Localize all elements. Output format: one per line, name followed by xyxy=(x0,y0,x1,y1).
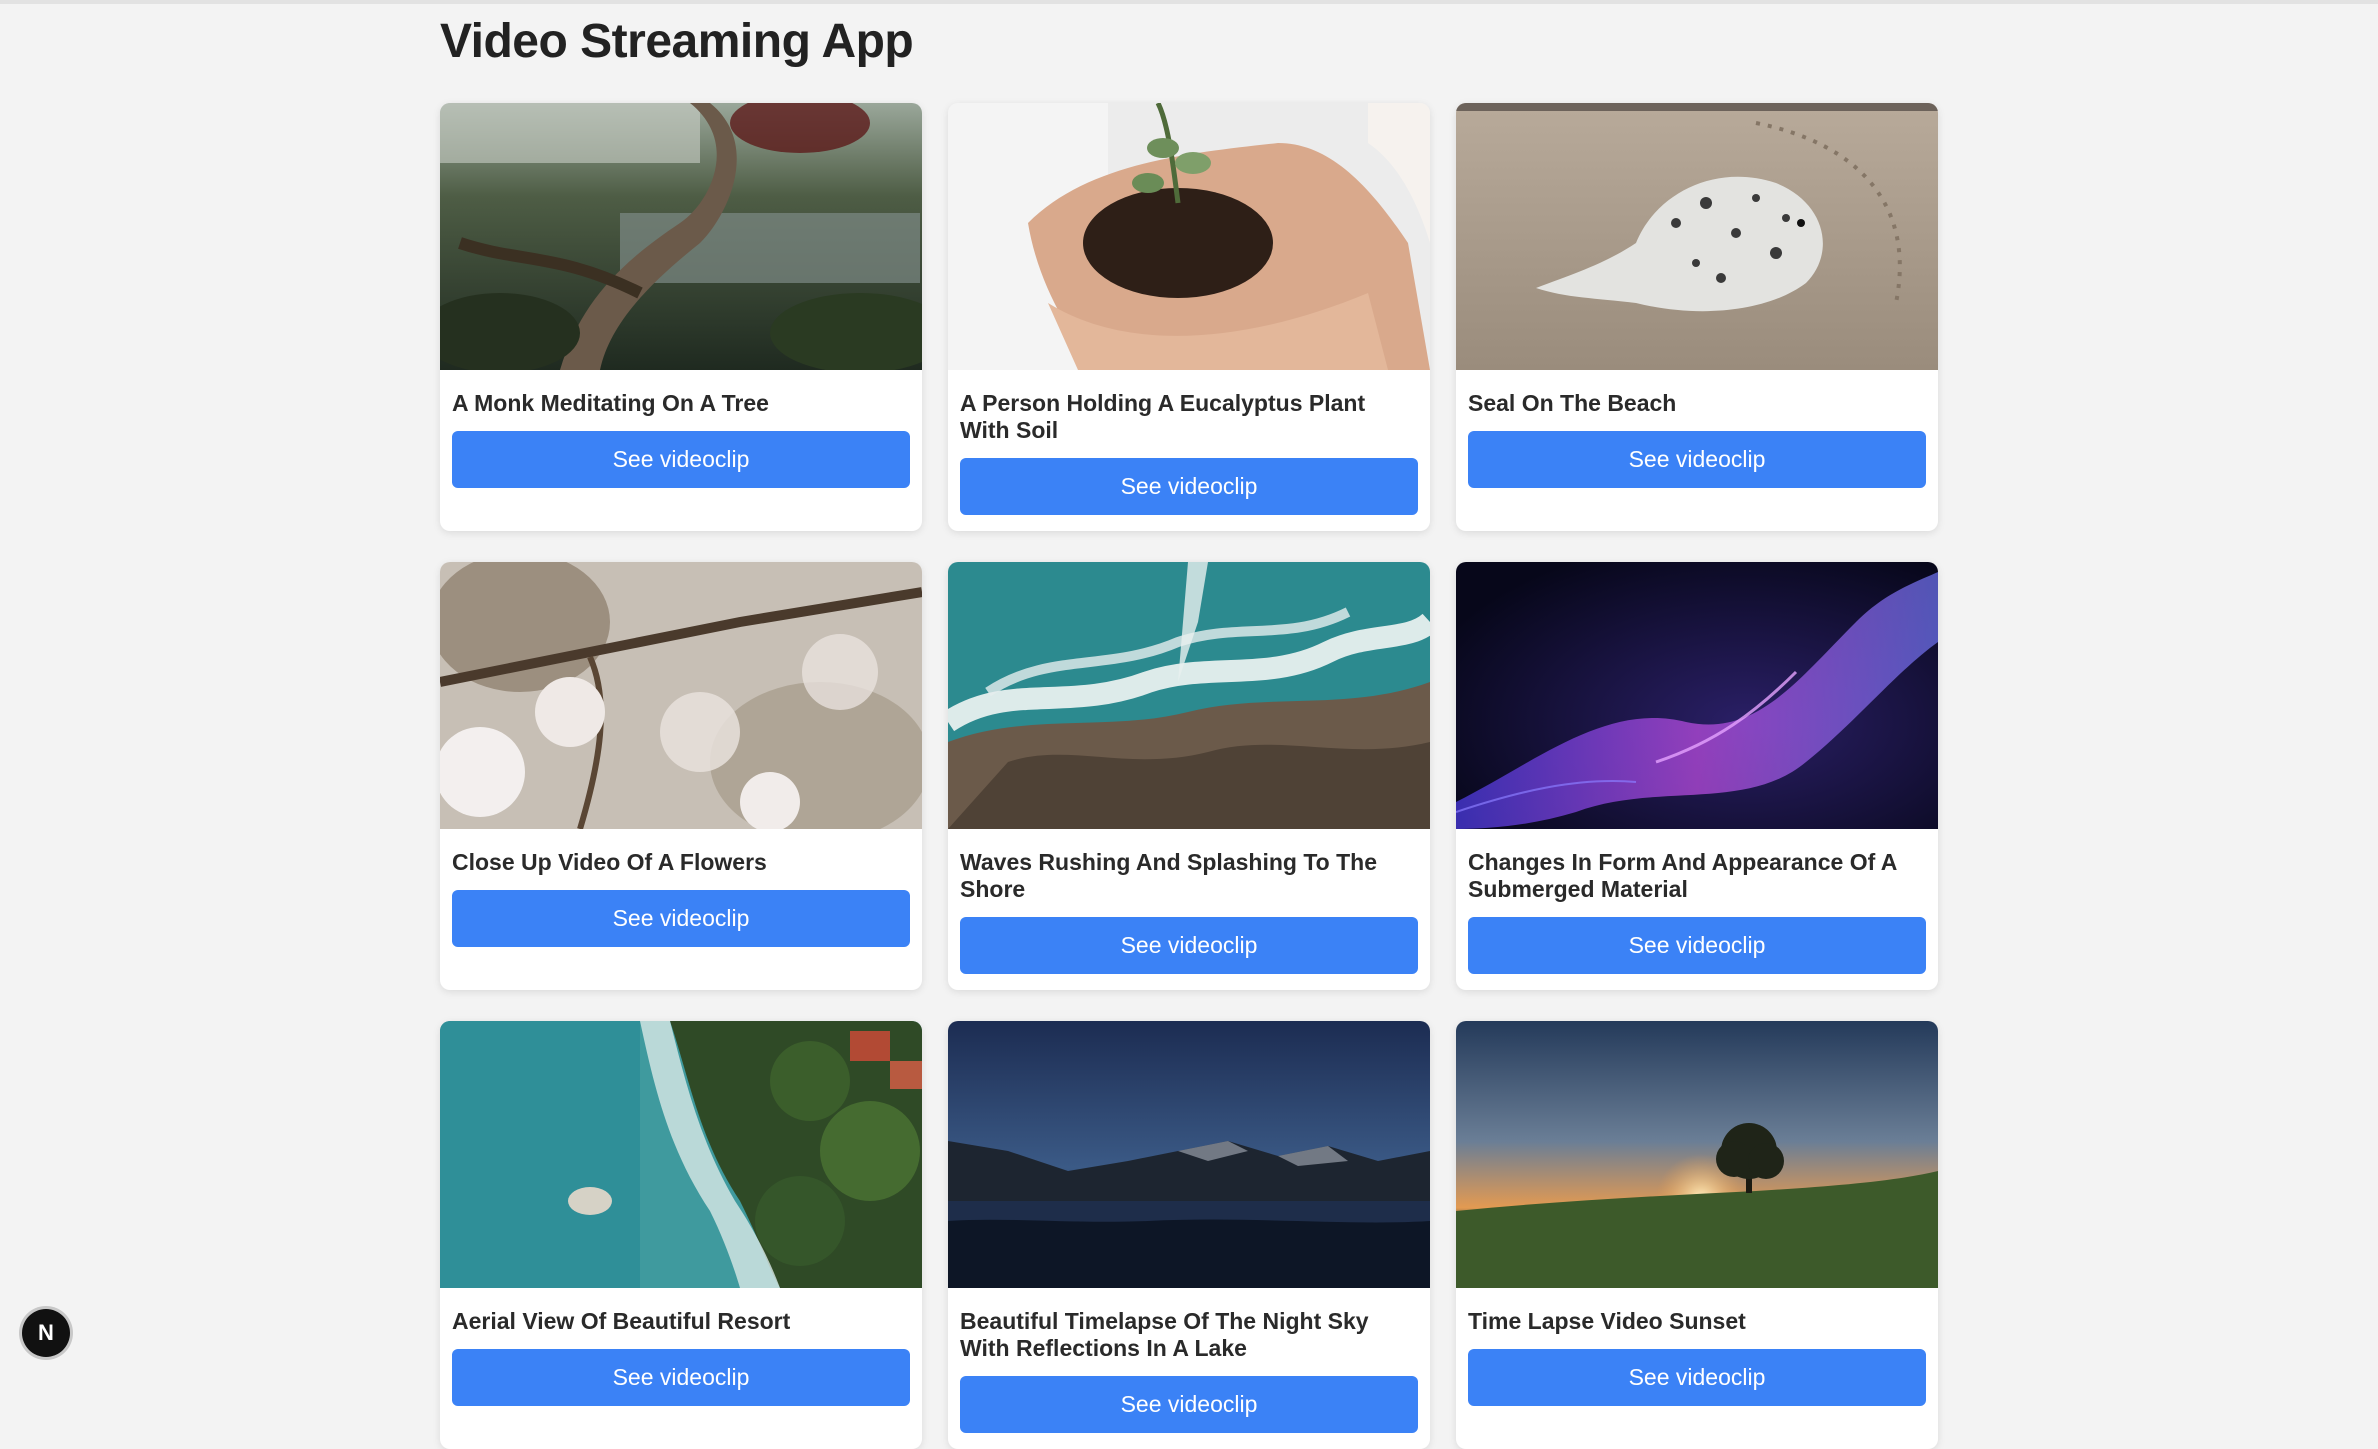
video-title: Aerial View Of Beautiful Resort xyxy=(452,1308,791,1334)
video-title: Waves Rushing And Splashing To The Shore xyxy=(960,849,1377,902)
see-videoclip-button[interactable]: See videoclip xyxy=(1468,917,1926,974)
video-card: Close Up Video Of A Flowers See videocli… xyxy=(440,562,922,990)
dev-tools-badge[interactable]: N xyxy=(22,1309,70,1357)
see-videoclip-button[interactable]: See videoclip xyxy=(1468,431,1926,488)
video-title: Close Up Video Of A Flowers xyxy=(452,849,767,875)
video-thumbnail[interactable] xyxy=(1456,1021,1938,1288)
video-title: Seal On The Beach xyxy=(1468,390,1677,416)
see-videoclip-button[interactable]: See videoclip xyxy=(452,1349,910,1406)
video-title: A Monk Meditating On A Tree xyxy=(452,390,769,416)
video-grid: A Monk Meditating On A Tree See videocli… xyxy=(440,103,1938,1449)
video-card: Beautiful Timelapse Of The Night Sky Wit… xyxy=(948,1021,1430,1449)
video-thumbnail[interactable] xyxy=(1456,103,1938,370)
video-thumbnail[interactable] xyxy=(440,562,922,829)
video-thumbnail[interactable] xyxy=(948,562,1430,829)
page-title: Video Streaming App xyxy=(440,15,914,68)
nextjs-logo-icon: N xyxy=(38,1320,54,1345)
see-videoclip-button[interactable]: See videoclip xyxy=(960,1376,1418,1433)
video-card: A Monk Meditating On A Tree See videocli… xyxy=(440,103,922,531)
video-thumbnail[interactable] xyxy=(440,1021,922,1288)
video-thumbnail[interactable] xyxy=(948,103,1430,370)
see-videoclip-button[interactable]: See videoclip xyxy=(960,917,1418,974)
video-title: A Person Holding A Eucalyptus Plant With… xyxy=(960,390,1366,443)
video-thumbnail[interactable] xyxy=(440,103,922,370)
video-card: Time Lapse Video Sunset See videoclip xyxy=(1456,1021,1938,1449)
video-card: Waves Rushing And Splashing To The Shore… xyxy=(948,562,1430,990)
video-thumbnail[interactable] xyxy=(948,1021,1430,1288)
video-card: Seal On The Beach See videoclip xyxy=(1456,103,1938,531)
video-title: Beautiful Timelapse Of The Night Sky Wit… xyxy=(960,1308,1369,1361)
video-title: Changes In Form And Appearance Of A Subm… xyxy=(1468,849,1897,902)
video-card: Aerial View Of Beautiful Resort See vide… xyxy=(440,1021,922,1449)
video-card: A Person Holding A Eucalyptus Plant With… xyxy=(948,103,1430,531)
see-videoclip-button[interactable]: See videoclip xyxy=(452,890,910,947)
see-videoclip-button[interactable]: See videoclip xyxy=(960,458,1418,515)
top-border xyxy=(0,0,2378,4)
video-card: Changes In Form And Appearance Of A Subm… xyxy=(1456,562,1938,990)
see-videoclip-button[interactable]: See videoclip xyxy=(1468,1349,1926,1406)
video-thumbnail[interactable] xyxy=(1456,562,1938,829)
see-videoclip-button[interactable]: See videoclip xyxy=(452,431,910,488)
video-title: Time Lapse Video Sunset xyxy=(1468,1308,1746,1334)
